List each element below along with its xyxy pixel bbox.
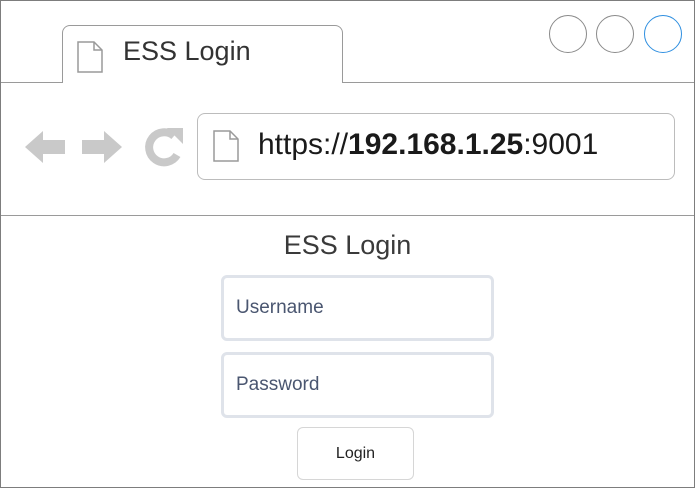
login-button[interactable]: Login xyxy=(297,427,414,480)
close-button[interactable] xyxy=(644,15,682,53)
reload-icon[interactable] xyxy=(141,125,185,169)
url-port: :9001 xyxy=(523,128,599,161)
url-scheme: https:// xyxy=(258,128,349,161)
arrow-right-icon[interactable] xyxy=(80,127,124,167)
tab-title: ESS Login xyxy=(123,36,251,66)
page-icon xyxy=(77,41,103,73)
username-input[interactable] xyxy=(221,275,494,341)
address-bar[interactable]: https://192.168.1.25:9001 xyxy=(197,113,675,180)
tab-ess-login[interactable]: ESS Login xyxy=(62,25,343,83)
maximize-button[interactable] xyxy=(596,15,634,53)
browser-window: ESS Login https://192.168.1.25:9001 ESS … xyxy=(0,0,695,488)
page-content: ESS Login Login xyxy=(1,216,694,487)
arrow-left-icon[interactable] xyxy=(23,127,67,167)
url-text: https://192.168.1.25:9001 xyxy=(258,128,598,162)
tab-strip: ESS Login xyxy=(1,1,694,83)
login-title: ESS Login xyxy=(283,230,412,260)
navigation-toolbar: https://192.168.1.25:9001 xyxy=(1,83,694,216)
minimize-button[interactable] xyxy=(549,15,587,53)
password-input[interactable] xyxy=(221,352,494,418)
page-icon xyxy=(213,130,239,162)
url-host: 192.168.1.25 xyxy=(348,128,524,161)
